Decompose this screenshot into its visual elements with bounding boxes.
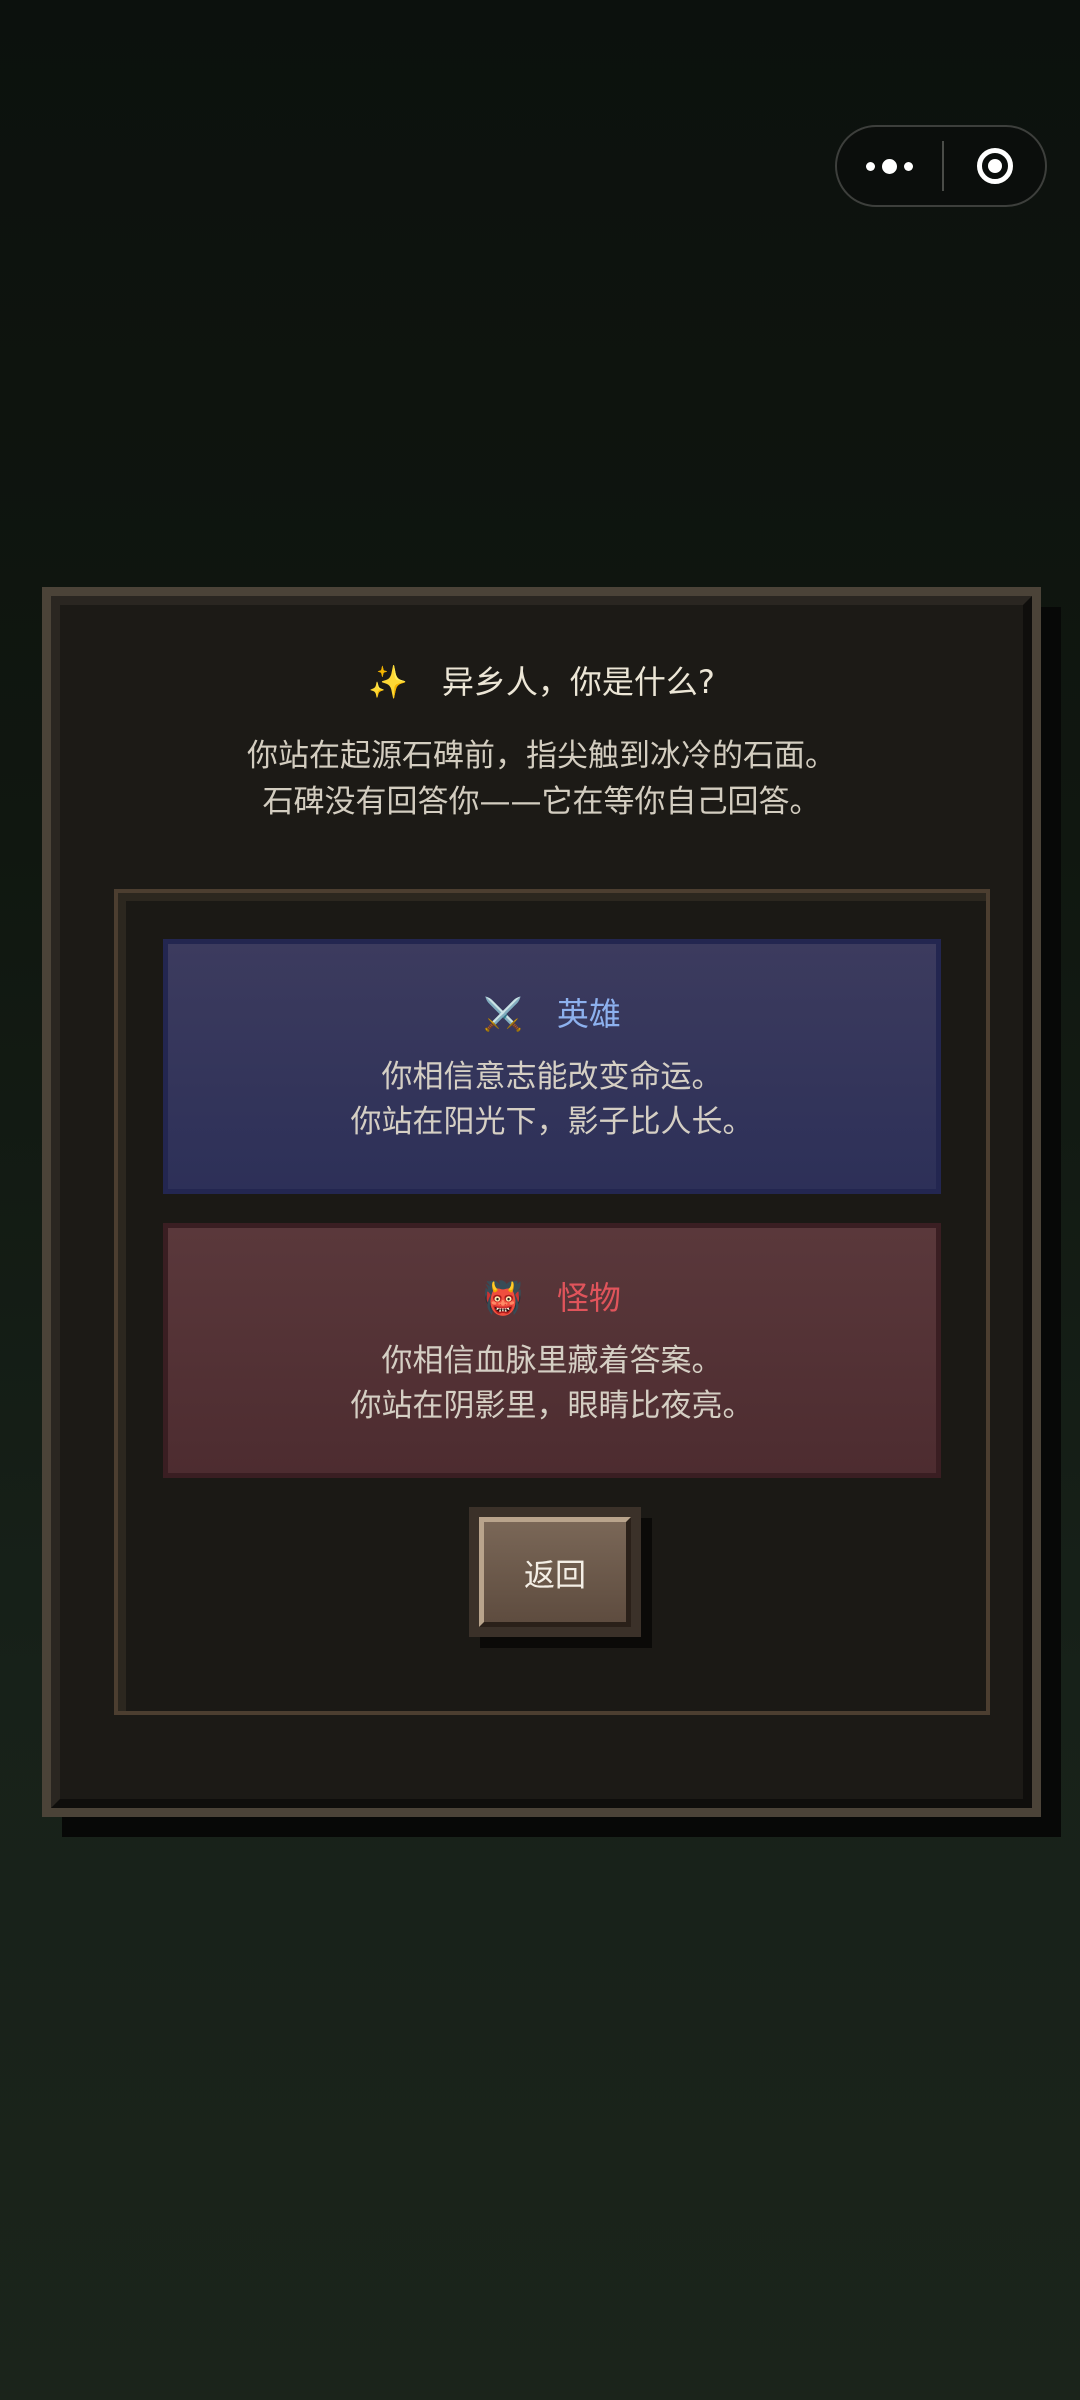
intro-line-2: 石碑没有回答你——它在等你自己回答。 xyxy=(262,784,821,820)
choice-monster-button[interactable]: 👹 怪物 你相信血脉里藏着答案。 你站在阴影里，眼睛比夜亮。 xyxy=(163,1223,941,1478)
choice-monster-description: 你相信血脉里藏着答案。 你站在阴影里，眼睛比夜亮。 xyxy=(168,1339,936,1429)
more-dots-icon xyxy=(866,161,875,171)
identity-dialog: ✨ 异乡人，你是什么? 你站在起源石碑前，指尖触到冰冷的石面。 石碑没有回答你——… xyxy=(42,587,1041,1817)
intro-line-1: 你站在起源石碑前，指尖触到冰冷的石面。 xyxy=(247,738,836,774)
more-options-button[interactable] xyxy=(837,127,942,205)
choice-hero-button[interactable]: ⚔️ 英雄 你相信意志能改变命运。 你站在阳光下，影子比人长。 xyxy=(163,939,941,1194)
dialog-title-text: 异乡人，你是什么? xyxy=(441,663,715,701)
choice-monster-header: 👹 怪物 xyxy=(168,1273,936,1319)
more-dots-icon-center xyxy=(882,158,897,174)
more-dots-icon-right xyxy=(904,161,913,171)
back-button[interactable]: 返回 xyxy=(469,1507,641,1637)
dialog-intro: 你站在起源石碑前，指尖触到冰冷的石面。 石碑没有回答你——它在等你自己回答。 xyxy=(60,733,1023,825)
choice-hero-header: ⚔️ 英雄 xyxy=(168,989,936,1035)
choice-hero-line-1: 你相信意志能改变命运。 xyxy=(381,1059,723,1095)
choice-monster-line-1: 你相信血脉里藏着答案。 xyxy=(381,1343,723,1379)
back-button-label: 返回 xyxy=(479,1517,631,1627)
choice-hero-line-2: 你站在阳光下，影子比人长。 xyxy=(350,1104,754,1140)
dialog-body: ✨ 异乡人，你是什么? 你站在起源石碑前，指尖触到冰冷的石面。 石碑没有回答你——… xyxy=(51,596,1032,1808)
miniprogram-capsule xyxy=(835,125,1047,207)
choice-panel: ⚔️ 英雄 你相信意志能改变命运。 你站在阳光下，影子比人长。 👹 怪物 你相信血脉… xyxy=(114,889,990,1715)
sparkles-icon: ✨ xyxy=(368,663,408,701)
choice-monster-name: 怪物 xyxy=(556,1279,621,1317)
close-miniprogram-button[interactable] xyxy=(944,127,1045,205)
ogre-mask-icon: 👹 xyxy=(483,1279,523,1317)
choice-hero-name: 英雄 xyxy=(556,995,621,1033)
target-circle-icon xyxy=(976,148,1013,184)
dialog-title: ✨ 异乡人，你是什么? xyxy=(60,657,1023,703)
choice-monster-line-2: 你站在阴影里，眼睛比夜亮。 xyxy=(350,1388,754,1424)
crossed-swords-icon: ⚔️ xyxy=(483,995,523,1033)
choice-hero-description: 你相信意志能改变命运。 你站在阳光下，影子比人长。 xyxy=(168,1055,936,1145)
